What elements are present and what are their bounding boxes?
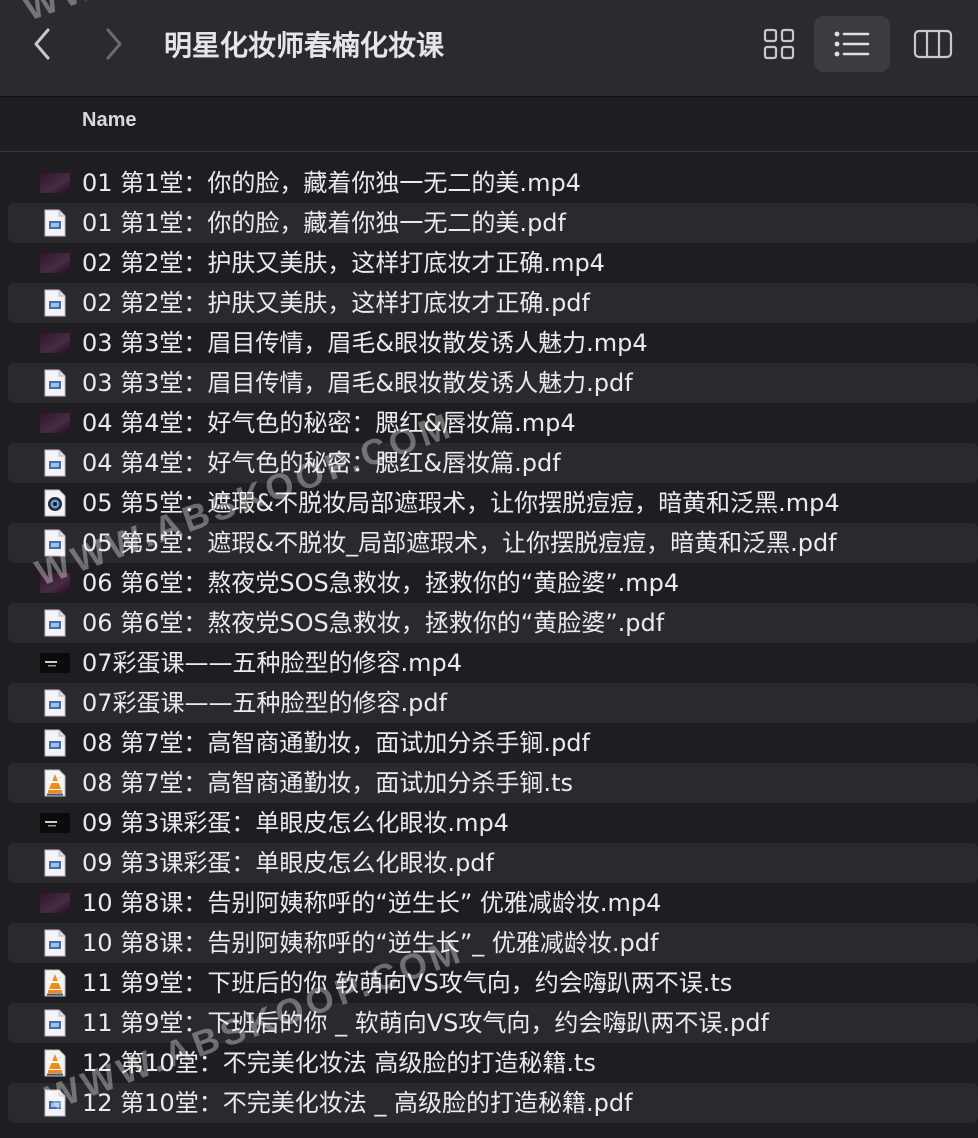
file-name: 09 第3课彩蛋：单眼皮怎么化眼妆.mp4 [82, 809, 509, 837]
file-name: 07彩蛋课——五种脸型的修容.mp4 [82, 649, 463, 677]
file-row[interactable]: 12 第10堂：不完美化妆法 高级脸的打造秘籍.ts [8, 1043, 978, 1083]
file-name: 11 第9堂：下班后的你 _ 软萌向VS攻气向，约会嗨趴两不误.pdf [82, 1009, 769, 1037]
pdf-file-icon [40, 1089, 70, 1117]
list-view-button[interactable] [814, 16, 890, 72]
file-row[interactable]: 11 第9堂：下班后的你 _ 软萌向VS攻气向，约会嗨趴两不误.pdf [8, 1003, 978, 1043]
video-thumbnail-icon [40, 329, 70, 357]
pdf-file-icon [40, 729, 70, 757]
file-name: 02 第2堂：护肤又美肤，这样打底妆才正确.pdf [82, 289, 590, 317]
file-row[interactable]: 08 第7堂：高智商通勤妆，面试加分杀手锏.ts [8, 763, 978, 803]
file-row[interactable]: 06 第6堂：熬夜党SOS急救妆，拯救你的“黄脸婆”.mp4 [8, 563, 978, 603]
pdf-file-icon [40, 849, 70, 877]
file-row[interactable]: 02 第2堂：护肤又美肤，这样打底妆才正确.mp4 [8, 243, 978, 283]
file-name: 11 第9堂：下班后的你 软萌向VS攻气向，约会嗨趴两不误.ts [82, 969, 733, 997]
file-row[interactable]: 12 第10堂：不完美化妆法 _ 高级脸的打造秘籍.pdf [8, 1083, 978, 1123]
video-thumbnail-icon [40, 569, 70, 597]
file-name: 01 第1堂：你的脸，藏着你独一无二的美.pdf [82, 209, 566, 237]
name-column-header[interactable]: Name [82, 109, 136, 132]
vlc-ts-file-icon [40, 1049, 70, 1077]
pdf-file-icon [40, 449, 70, 477]
pdf-file-icon [40, 209, 70, 237]
file-name: 06 第6堂：熬夜党SOS急救妆，拯救你的“黄脸婆”.mp4 [82, 569, 680, 597]
file-row[interactable]: 05 第5堂：遮瑕&不脱妆_局部遮瑕术，让你摆脱痘痘，暗黄和泛黑.pdf [8, 523, 978, 563]
file-row[interactable]: 07彩蛋课——五种脸型的修容.mp4 [8, 643, 978, 683]
column-view-button[interactable] [895, 16, 971, 72]
file-row[interactable]: 09 第3课彩蛋：单眼皮怎么化眼妆.mp4 [8, 803, 978, 843]
file-row[interactable]: 10 第8课：告别阿姨称呼的“逆生长” 优雅减龄妆.mp4 [8, 883, 978, 923]
vlc-ts-file-icon [40, 769, 70, 797]
file-row[interactable]: 01 第1堂：你的脸，藏着你独一无二的美.mp4 [8, 163, 978, 203]
video-thumbnail-icon [40, 249, 70, 277]
file-name: 10 第8课：告别阿姨称呼的“逆生长”_ 优雅减龄妆.pdf [82, 929, 659, 957]
columns-icon [913, 29, 953, 59]
file-name: 02 第2堂：护肤又美肤，这样打底妆才正确.mp4 [82, 249, 605, 277]
file-name: 09 第3课彩蛋：单眼皮怎么化眼妆.pdf [82, 849, 494, 877]
pdf-file-icon [40, 529, 70, 557]
pdf-file-icon [40, 929, 70, 957]
video-thumbnail-icon [40, 169, 70, 197]
chevron-left-icon [34, 28, 50, 60]
file-row[interactable]: 04 第4堂：好气色的秘密：腮红&唇妆篇.mp4 [8, 403, 978, 443]
file-name: 06 第6堂：熬夜党SOS急救妆，拯救你的“黄脸婆”.pdf [82, 609, 665, 637]
quicktime-file-icon [40, 489, 70, 517]
icon-view-button[interactable] [741, 16, 817, 72]
file-name: 04 第4堂：好气色的秘密：腮红&唇妆篇.mp4 [82, 409, 576, 437]
file-name: 05 第5堂：遮瑕&不脱妆_局部遮瑕术，让你摆脱痘痘，暗黄和泛黑.pdf [82, 529, 837, 557]
video-thumbnail-icon [40, 649, 70, 677]
pdf-file-icon [40, 689, 70, 717]
pdf-file-icon [40, 1009, 70, 1037]
chevron-right-icon [106, 28, 122, 60]
file-name: 08 第7堂：高智商通勤妆，面试加分杀手锏.pdf [82, 729, 590, 757]
video-thumbnail-icon [40, 889, 70, 917]
file-name: 12 第10堂：不完美化妆法 高级脸的打造秘籍.ts [82, 1049, 596, 1077]
file-row[interactable]: 10 第8课：告别阿姨称呼的“逆生长”_ 优雅减龄妆.pdf [8, 923, 978, 963]
back-button[interactable] [22, 22, 62, 66]
file-name: 01 第1堂：你的脸，藏着你独一无二的美.mp4 [82, 169, 581, 197]
file-row[interactable]: 06 第6堂：熬夜党SOS急救妆，拯救你的“黄脸婆”.pdf [8, 603, 978, 643]
file-row[interactable]: 08 第7堂：高智商通勤妆，面试加分杀手锏.pdf [8, 723, 978, 763]
file-name: 08 第7堂：高智商通勤妆，面试加分杀手锏.ts [82, 769, 573, 797]
pdf-file-icon [40, 289, 70, 317]
list-icon [834, 31, 870, 57]
file-row[interactable]: 03 第3堂：眉目传情，眉毛&眼妆散发诱人魅力.pdf [8, 363, 978, 403]
file-row[interactable]: 09 第3课彩蛋：单眼皮怎么化眼妆.pdf [8, 843, 978, 883]
file-row[interactable]: 07彩蛋课——五种脸型的修容.pdf [8, 683, 978, 723]
list-header: Name [0, 97, 978, 152]
file-name: 05 第5堂：遮瑕&不脱妆局部遮瑕术，让你摆脱痘痘，暗黄和泛黑.mp4 [82, 489, 840, 517]
file-row[interactable]: 02 第2堂：护肤又美肤，这样打底妆才正确.pdf [8, 283, 978, 323]
window-title: 明星化妆师春楠化妆课 [164, 29, 445, 62]
pdf-file-icon [40, 609, 70, 637]
file-row[interactable]: 05 第5堂：遮瑕&不脱妆局部遮瑕术，让你摆脱痘痘，暗黄和泛黑.mp4 [8, 483, 978, 523]
file-name: 10 第8课：告别阿姨称呼的“逆生长” 优雅减龄妆.mp4 [82, 889, 662, 917]
file-name: 03 第3堂：眉目传情，眉毛&眼妆散发诱人魅力.mp4 [82, 329, 648, 357]
video-thumbnail-icon [40, 409, 70, 437]
file-row[interactable]: 01 第1堂：你的脸，藏着你独一无二的美.pdf [8, 203, 978, 243]
file-row[interactable]: 03 第3堂：眉目传情，眉毛&眼妆散发诱人魅力.mp4 [8, 323, 978, 363]
video-thumbnail-icon [40, 809, 70, 837]
forward-button[interactable] [94, 22, 134, 66]
file-name: 03 第3堂：眉目传情，眉毛&眼妆散发诱人魅力.pdf [82, 369, 633, 397]
file-name: 12 第10堂：不完美化妆法 _ 高级脸的打造秘籍.pdf [82, 1089, 633, 1117]
file-row[interactable]: 04 第4堂：好气色的秘密：腮红&唇妆篇.pdf [8, 443, 978, 483]
file-name: 04 第4堂：好气色的秘密：腮红&唇妆篇.pdf [82, 449, 561, 477]
grid-icon [763, 28, 795, 60]
file-row[interactable]: 11 第9堂：下班后的你 软萌向VS攻气向，约会嗨趴两不误.ts [8, 963, 978, 1003]
toolbar: 明星化妆师春楠化妆课 [0, 0, 978, 97]
file-name: 07彩蛋课——五种脸型的修容.pdf [82, 689, 448, 717]
pdf-file-icon [40, 369, 70, 397]
vlc-ts-file-icon [40, 969, 70, 997]
